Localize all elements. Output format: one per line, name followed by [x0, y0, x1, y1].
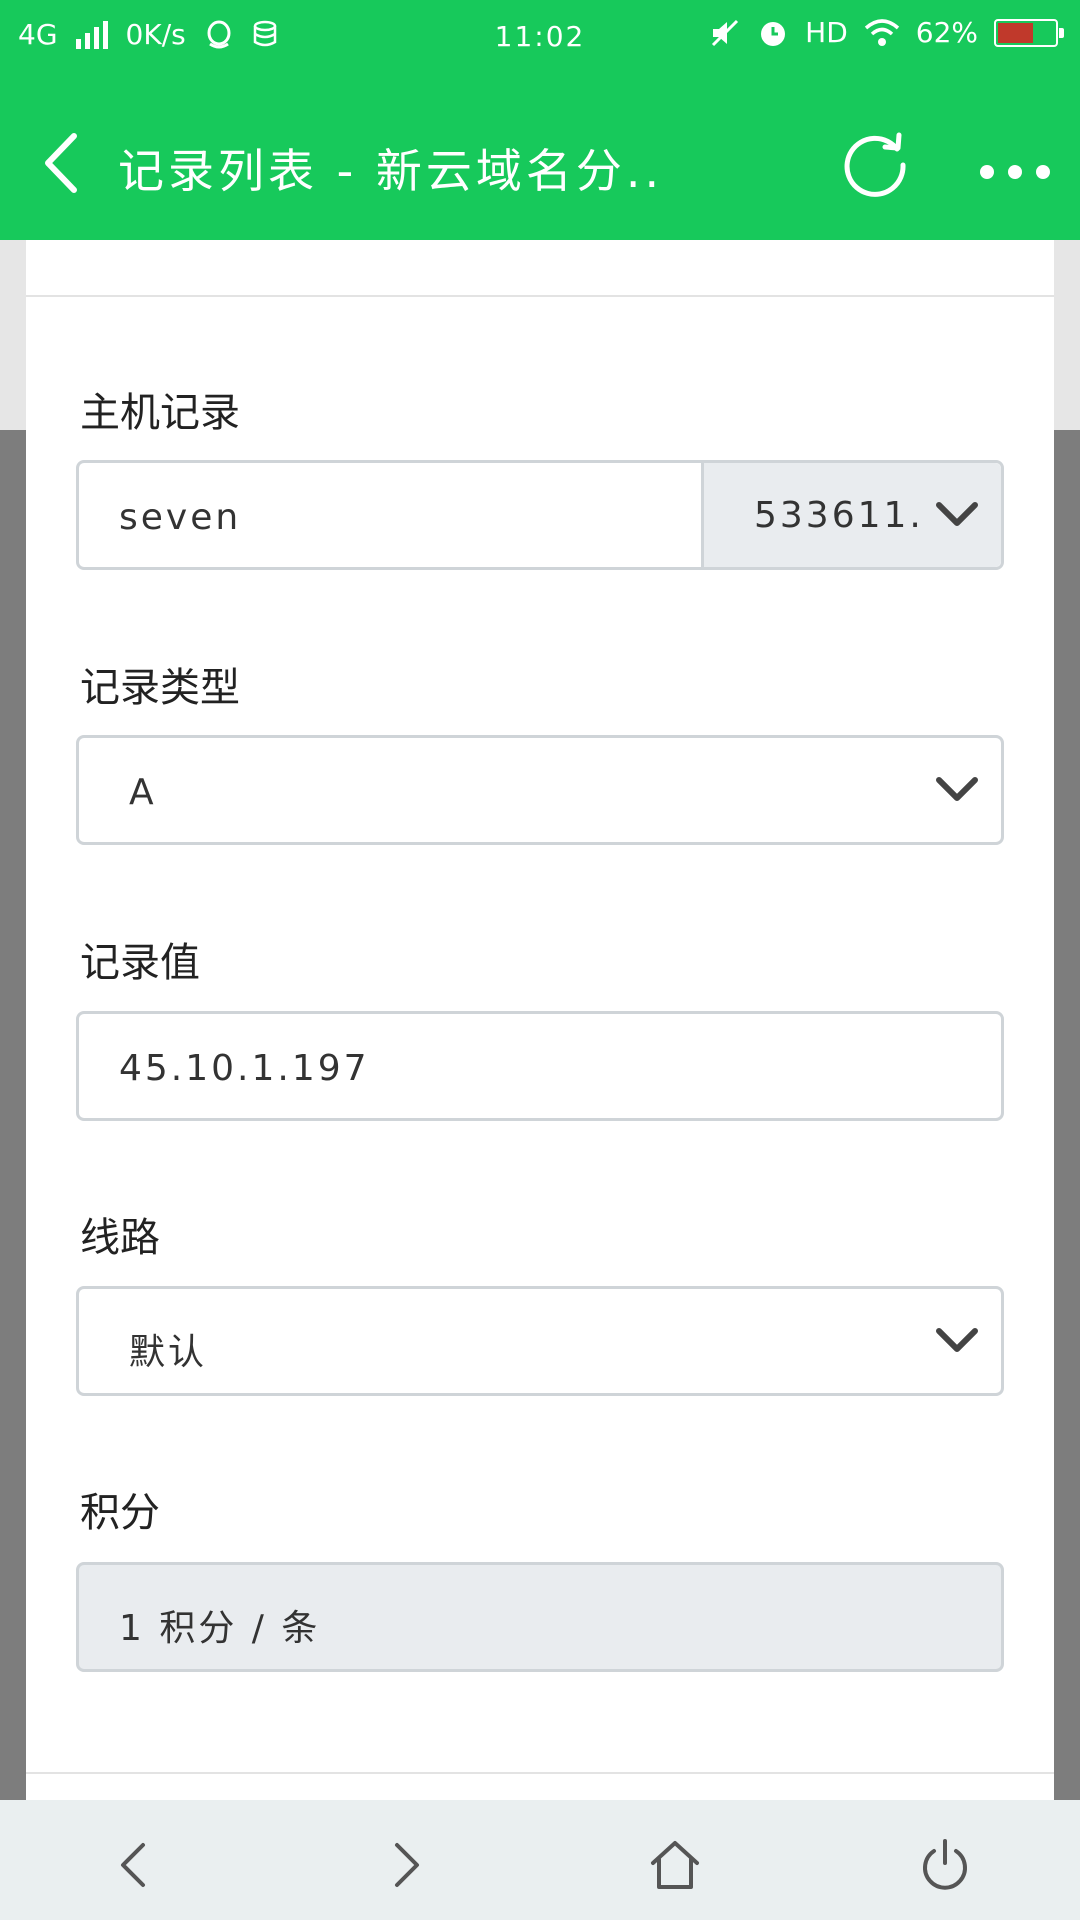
record-value-input[interactable]: 45.10.1.197: [119, 1048, 370, 1089]
status-right: HD 62%: [709, 16, 1064, 49]
record-type-select[interactable]: A: [76, 735, 1004, 845]
chevron-down-icon: [936, 502, 978, 526]
line-label: 线路: [80, 1215, 160, 1261]
points-label: 积分: [80, 1490, 160, 1536]
record-value-label: 记录值: [80, 940, 200, 986]
divider: [26, 295, 1054, 297]
record-form-card: 主机记录 seven 533611.v 记录类型 A 记录值 45.10.1.1…: [26, 240, 1054, 1800]
back-arrow-icon[interactable]: [30, 128, 100, 198]
battery-percent: 62%: [915, 16, 978, 49]
domain-suffix-select[interactable]: 533611.v: [701, 463, 1001, 567]
nav-forward-icon[interactable]: [375, 1835, 435, 1895]
more-dots-icon[interactable]: [980, 165, 1060, 185]
points-value: 1 积分 / 条: [119, 1608, 321, 1649]
hd-indicator: HD: [805, 16, 848, 49]
bottom-navigation: [0, 1800, 1080, 1920]
line-value: 默认: [129, 1332, 208, 1373]
mute-icon: [712, 19, 739, 46]
chevron-down-icon: [936, 777, 978, 801]
nav-back-icon[interactable]: [105, 1835, 165, 1895]
battery-icon: [994, 18, 1064, 47]
record-type-value: A: [129, 772, 157, 813]
home-icon[interactable]: [645, 1835, 705, 1895]
wifi-icon: [864, 18, 899, 46]
line-select[interactable]: 默认: [76, 1286, 1004, 1396]
host-record-field: seven 533611.v: [76, 460, 1004, 570]
power-icon[interactable]: [915, 1835, 975, 1895]
record-type-label: 记录类型: [80, 665, 240, 711]
alarm-icon: [761, 21, 786, 46]
refresh-icon[interactable]: [835, 125, 915, 205]
domain-suffix-value: 533611.v: [754, 495, 924, 536]
page-title: 记录列表 - 新云域名分..: [118, 144, 664, 198]
chevron-down-icon: [936, 1328, 978, 1352]
divider: [26, 1772, 1054, 1774]
record-value-field: 45.10.1.197: [76, 1011, 1004, 1121]
host-record-label: 主机记录: [80, 390, 240, 436]
host-record-input[interactable]: seven: [119, 497, 241, 538]
status-bar: 4G 0K/s 11:02 HD 62%: [0, 0, 1080, 80]
points-field: 1 积分 / 条: [76, 1562, 1004, 1672]
app-header: 记录列表 - 新云域名分..: [0, 80, 1080, 240]
